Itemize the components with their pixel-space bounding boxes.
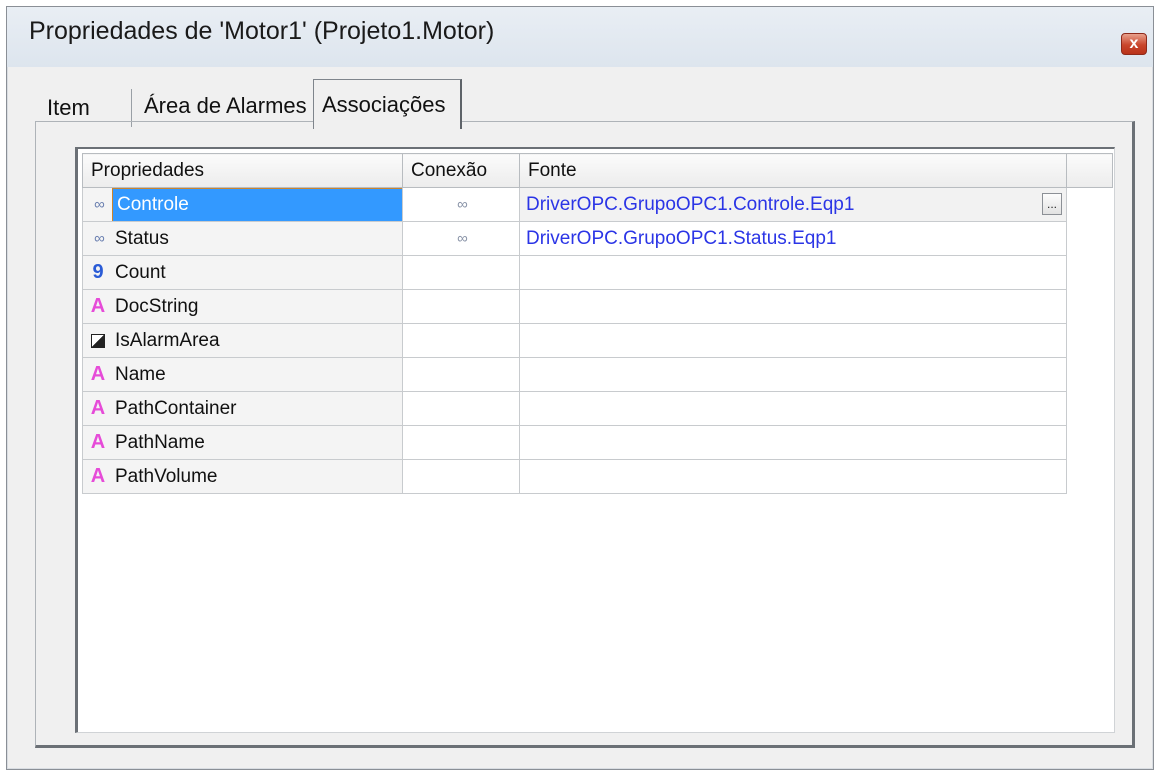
browse-ellipsis-button[interactable]: ... xyxy=(1042,193,1062,215)
link-icon: ∞ xyxy=(94,230,105,247)
tab-assoc-label: Associações xyxy=(322,92,446,117)
source-cell[interactable] xyxy=(519,391,1067,426)
grid-header: Propriedades Conexão Fonte xyxy=(82,153,1113,188)
table-row[interactable]: A Name xyxy=(82,357,1113,392)
source-cell[interactable] xyxy=(519,459,1067,494)
string-icon: A xyxy=(90,363,106,385)
source-cell[interactable] xyxy=(519,357,1067,392)
column-header-filler xyxy=(1066,153,1113,188)
property-name-wrap: A Name xyxy=(84,359,402,391)
source-text: DriverOPC.GrupoOPC1.Controle.Eqp1 xyxy=(526,193,855,215)
source-cell[interactable] xyxy=(519,255,1067,290)
source-cell[interactable] xyxy=(519,289,1067,324)
property-name: Name xyxy=(115,363,166,385)
property-name-wrap: A PathContainer xyxy=(84,393,402,425)
property-name: Count xyxy=(115,261,166,283)
source-cell[interactable] xyxy=(519,425,1067,460)
property-name: PathContainer xyxy=(115,397,237,419)
string-icon: A xyxy=(90,295,106,317)
table-row[interactable]: ∞ Controle ∞ DriverOPC.GrupoOPC1.Controle.E… xyxy=(82,187,1113,222)
property-name-wrap: A PathName xyxy=(84,427,402,459)
property-name-wrap: ∞ Controle xyxy=(84,188,402,221)
connection-cell[interactable] xyxy=(402,323,520,358)
title-bar[interactable]: Propriedades de 'Motor1' (Projeto1.Motor… xyxy=(7,7,1153,67)
property-name-cell[interactable]: IsAlarmArea xyxy=(82,323,403,358)
property-name-cell[interactable]: A Name xyxy=(82,357,403,392)
properties-dialog: Propriedades de 'Motor1' (Projeto1.Motor… xyxy=(6,6,1154,770)
column-header-propriedades[interactable]: Propriedades xyxy=(82,153,403,188)
property-name-wrap: IsAlarmArea xyxy=(84,325,402,357)
property-name-cell[interactable]: A PathVolume xyxy=(82,459,403,494)
string-icon: A xyxy=(90,465,106,487)
integer-icon: 9 xyxy=(92,261,104,283)
tab-area-label: Área de Alarmes xyxy=(144,93,307,118)
property-name-cell[interactable]: A PathName xyxy=(82,425,403,460)
table-row[interactable]: 9 Count xyxy=(82,255,1113,290)
connection-cell[interactable]: ∞ xyxy=(402,221,520,256)
table-row[interactable]: A PathVolume xyxy=(82,459,1113,494)
property-name-cell[interactable]: ∞ Status xyxy=(82,221,403,256)
property-name-cell[interactable]: ∞ Controle xyxy=(82,187,403,222)
connection-cell[interactable]: ∞ xyxy=(402,187,520,222)
property-name-wrap: ∞ Status xyxy=(84,223,402,255)
checkbox-glyph xyxy=(91,333,105,348)
connection-cell[interactable] xyxy=(402,425,520,460)
property-name: PathVolume xyxy=(115,465,218,487)
property-name-cell[interactable]: A PathContainer xyxy=(82,391,403,426)
window-title: Propriedades de 'Motor1' (Projeto1.Motor… xyxy=(29,17,495,45)
table-row[interactable]: IsAlarmArea xyxy=(82,323,1113,358)
connection-cell[interactable] xyxy=(402,357,520,392)
property-name: PathName xyxy=(115,431,205,453)
source-cell[interactable]: DriverOPC.GrupoOPC1.Status.Eqp1 xyxy=(519,221,1067,256)
connection-cell[interactable] xyxy=(402,391,520,426)
connection-cell[interactable] xyxy=(402,459,520,494)
connection-cell[interactable] xyxy=(402,255,520,290)
connection-cell[interactable] xyxy=(402,289,520,324)
property-name: IsAlarmArea xyxy=(115,329,220,351)
source-text: DriverOPC.GrupoOPC1.Status.Eqp1 xyxy=(526,227,837,249)
string-icon: A xyxy=(90,397,106,419)
tab-item-label: Item xyxy=(47,95,90,120)
tab-associacoes[interactable]: Associações xyxy=(313,79,462,129)
table-row[interactable]: A PathContainer xyxy=(82,391,1113,426)
associations-table: Propriedades Conexão Fonte ∞ Controle ∞ Dri… xyxy=(82,153,1113,494)
column-header-conexao[interactable]: Conexão xyxy=(402,153,520,188)
link-icon: ∞ xyxy=(94,196,105,213)
source-cell[interactable]: DriverOPC.GrupoOPC1.Controle.Eqp1... xyxy=(519,187,1067,222)
properties-grid: Propriedades Conexão Fonte ∞ Controle ∞ Dri… xyxy=(75,147,1115,733)
property-name-wrap: 9 Count xyxy=(84,257,402,289)
connection-link-icon: ∞ xyxy=(457,230,468,247)
property-name: Controle xyxy=(112,188,402,221)
property-name-wrap: A DocString xyxy=(84,291,402,323)
source-cell[interactable] xyxy=(519,323,1067,358)
table-row[interactable]: ∞ Status ∞ DriverOPC.GrupoOPC1.Status.Eqp1 xyxy=(82,221,1113,256)
property-name: DocString xyxy=(115,295,199,317)
column-header-fonte[interactable]: Fonte xyxy=(519,153,1067,188)
property-name-cell[interactable]: 9 Count xyxy=(82,255,403,290)
connection-link-icon: ∞ xyxy=(457,196,468,213)
property-name-cell[interactable]: A DocString xyxy=(82,289,403,324)
table-row[interactable]: A PathName xyxy=(82,425,1113,460)
string-icon: A xyxy=(90,431,106,453)
boolean-icon xyxy=(84,333,114,348)
property-name: Status xyxy=(115,227,169,249)
close-icon: x xyxy=(1129,35,1139,52)
property-name-wrap: A PathVolume xyxy=(84,461,402,493)
close-button[interactable]: x xyxy=(1121,33,1147,55)
table-row[interactable]: A DocString xyxy=(82,289,1113,324)
